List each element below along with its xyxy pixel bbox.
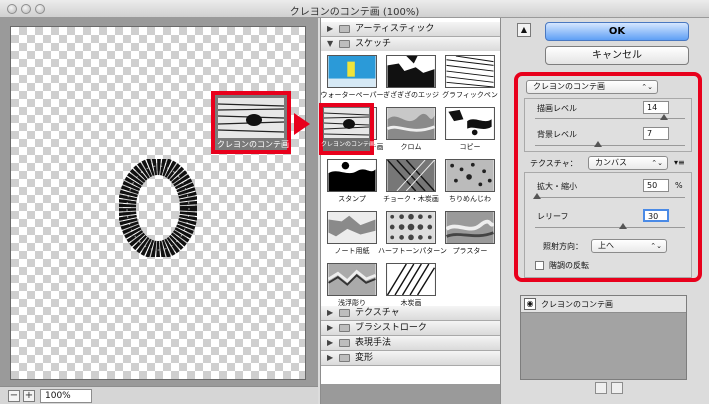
category-brush-strokes[interactable]: ▶ ブラシストローク [321,321,500,336]
selected-filter-callout: クレヨンのコンテ画 [211,91,291,154]
eye-icon[interactable]: ◉ [524,298,536,310]
thumbnail-image [327,263,377,296]
folder-icon [339,339,350,347]
thumbnail-image [327,55,377,88]
scaling-label: 拡大・縮小 [537,182,577,191]
chevron-updown-icon: ⌃⌄ [650,242,662,250]
scaling-unit: % [675,181,683,190]
filter-thumbnails: ウォーターペーパー ぎざぎざのエッジ グラフィックペン クレヨンのコンテ画 クロ… [321,51,500,323]
thumbnail-image [327,159,377,192]
scaling-slider[interactable] [535,197,685,198]
new-effect-layer-icon[interactable] [595,382,607,394]
folder-icon [339,40,350,48]
zoom-out-button[interactable]: − [8,390,20,402]
foreground-level-label: 描画レベル [537,104,577,113]
zoom-bar: − + 100% [0,386,318,404]
conte-settings-group: 描画レベル 14 背景レベル 7 [524,98,692,152]
texture-label: テクスチャ： [530,159,578,168]
foreground-level-knob[interactable] [660,114,668,120]
filter-select[interactable]: クレヨンのコンテ画 ⌃⌄ [526,80,658,94]
relief-knob[interactable] [619,223,627,229]
filter-item-water-paper[interactable]: ウォーターペーパー [321,53,383,105]
effect-layers-list: ◉ クレヨンのコンテ画 [520,295,687,380]
filter-item-chrome[interactable]: クロム [382,105,439,157]
invert-checkbox[interactable] [535,261,544,270]
thumbnail-image [327,211,377,244]
category-texture[interactable]: ▶ テクスチャ [321,306,500,321]
filter-item-note-paper[interactable]: ノート用紙 [323,209,380,261]
texture-settings-group: 拡大・縮小 50 % レリーフ 30 照射方向： 上へ ⌃⌄ 階調の反転 [524,172,692,278]
thumbnail-image [386,263,436,296]
gallery-empty-area [321,384,500,404]
scaling-input[interactable]: 50 [643,179,669,192]
background-level-knob[interactable] [594,141,602,147]
settings-panel: ▲ OK キャンセル クレヨンのコンテ画 ⌃⌄ 描画レベル 14 背景レベル 7… [501,18,709,404]
light-direction-label: 照射方向： [543,242,583,251]
thumbnail-image [445,159,495,192]
thumbnail-image [386,55,436,88]
foreground-level-input[interactable]: 14 [643,101,669,114]
chevron-updown-icon: ⌃⌄ [651,159,663,167]
filter-item-reticulation[interactable]: ちりめんじわ [441,157,498,209]
filter-gallery: ▶ アーティスティック ▼ スケッチ ウォーターペーパー ぎざぎざのエッジ グラ… [320,18,501,404]
effect-layer-name: クレヨンのコンテ画 [541,300,613,309]
folder-icon [339,354,350,362]
category-stylize[interactable]: ▶ 表現手法 [321,336,500,351]
collapse-gallery-button[interactable]: ▲ [517,23,531,37]
category-artistic[interactable]: ▶ アーティスティック [321,22,500,37]
category-sketch[interactable]: ▼ スケッチ [321,37,500,52]
relief-slider[interactable] [535,227,685,228]
effect-layer-row[interactable]: ◉ クレヨンのコンテ画 [521,296,686,313]
background-level-input[interactable]: 7 [643,127,669,140]
title-bar: クレヨンのコンテ画 (100%) [0,0,709,18]
preview-canvas[interactable] [10,26,306,380]
filter-item-graphic-pen[interactable]: グラフィックペン [441,53,498,105]
filter-item-photocopy[interactable]: コピー [441,105,498,157]
selected-filter-highlight[interactable]: クレヨンのコンテ画 [319,103,375,155]
texture-select[interactable]: カンバス ⌃⌄ [588,156,668,170]
thumbnail-image [445,107,495,140]
callout-thumbnail [218,98,284,138]
texture-menu-icon[interactable]: ▾≡ [674,158,685,167]
background-level-slider[interactable] [535,145,685,146]
sketched-zero-shape [119,159,197,257]
invert-label: 階調の反転 [549,261,589,270]
folder-icon [339,309,350,317]
light-direction-select[interactable]: 上へ ⌃⌄ [591,239,667,253]
thumbnail-image [386,107,436,140]
ok-button[interactable]: OK [545,22,689,41]
filter-item-plaster[interactable]: プラスター [441,209,498,261]
thumbnail-image [386,159,436,192]
window-title: クレヨンのコンテ画 (100%) [289,7,420,18]
filter-item-chalk-charcoal[interactable]: チョーク・木炭画 [382,157,439,209]
zoom-in-button[interactable]: + [23,390,35,402]
chevron-updown-icon: ⌃⌄ [641,83,653,91]
filter-item-stamp[interactable]: スタンプ [323,157,380,209]
thumbnail-image [445,55,495,88]
category-distort[interactable]: ▶ 変形 [321,351,500,366]
delete-effect-layer-icon[interactable] [611,382,623,394]
scaling-knob[interactable] [533,193,541,199]
folder-icon [339,324,350,332]
filter-item-torn-edges[interactable]: ぎざぎざのエッジ [382,53,439,105]
callout-arrow [294,113,310,135]
filter-options-highlight: クレヨンのコンテ画 ⌃⌄ 描画レベル 14 背景レベル 7 テクスチャ： カンバ… [514,72,702,282]
cancel-button[interactable]: キャンセル [545,46,689,65]
selected-thumbnail [324,108,369,138]
relief-label: レリーフ [537,212,569,221]
thumbnail-image [445,211,495,244]
background-level-label: 背景レベル [537,130,577,139]
relief-input[interactable]: 30 [643,209,669,222]
thumbnail-image [386,211,436,244]
preview-panel: − + 100% [0,18,318,404]
callout-label: クレヨンのコンテ画 [217,140,289,149]
zoom-level[interactable]: 100% [40,389,92,403]
filter-item-halftone[interactable]: ハーフトーンパターン [378,209,447,261]
folder-icon [339,25,350,33]
